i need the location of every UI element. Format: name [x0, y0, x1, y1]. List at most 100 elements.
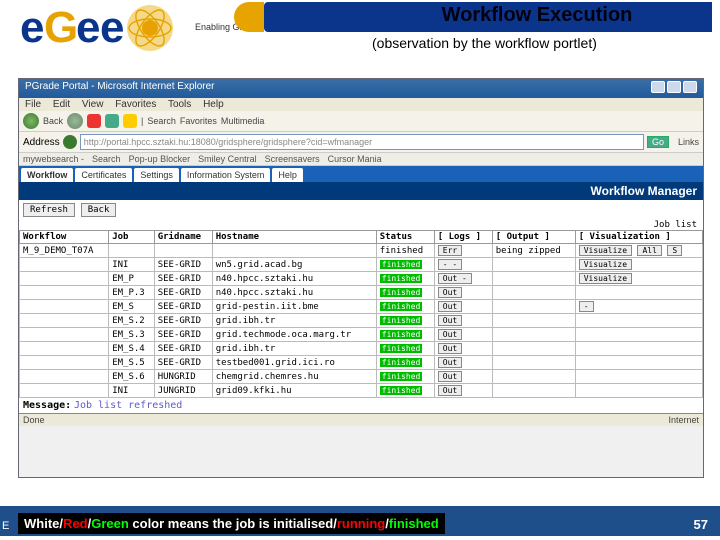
svg-text:e: e: [76, 3, 100, 52]
table-row: EM_S.3SEE-GRIDgrid.techmode.oca.marg.trf…: [20, 328, 703, 342]
egee-logo: e G e e: [20, 2, 180, 56]
forward-icon[interactable]: [67, 113, 83, 129]
table-row: EM_S.6HUNGRIDchemgrid.chemres.hufinished…: [20, 370, 703, 384]
color-legend: White/Red/Green color means the job is i…: [18, 513, 445, 534]
page-subtitle: (observation by the workflow portlet): [372, 35, 712, 51]
logs-button[interactable]: Out -: [438, 273, 472, 284]
status-badge: finished: [380, 386, 423, 395]
message-value: Job list refreshed: [74, 400, 182, 411]
logs-button[interactable]: Out: [438, 315, 462, 326]
table-row: EM_PSEE-GRIDn40.hpcc.sztaki.hufinishedOu…: [20, 272, 703, 286]
media-label[interactable]: Multimedia: [221, 116, 265, 126]
viz-button[interactable]: Visualize: [579, 259, 632, 270]
status-badge: finished: [380, 302, 423, 311]
home-icon[interactable]: [123, 114, 137, 128]
table-row: EM_P.3SEE-GRIDn40.hpcc.sztaki.hufinished…: [20, 286, 703, 300]
ie-statusbar: Done Internet: [19, 413, 703, 426]
portal-content: Workflow Certificates Settings Informati…: [19, 166, 703, 413]
mws-brand: mywebsearch -: [23, 154, 84, 164]
tab-workflow[interactable]: Workflow: [21, 168, 73, 182]
status-badge: finished: [380, 274, 423, 283]
logs-button[interactable]: Out: [438, 287, 462, 298]
message-label: Message:: [23, 400, 71, 411]
logs-button[interactable]: Out: [438, 385, 462, 396]
favorites-label[interactable]: Favorites: [180, 116, 217, 126]
col-job: Job: [109, 231, 155, 244]
mws-cursor[interactable]: Cursor Mania: [328, 154, 382, 164]
search-label[interactable]: Search: [147, 116, 176, 126]
table-row: EM_S.2SEE-GRIDgrid.ibh.trfinishedOut: [20, 314, 703, 328]
table-row: INIJUNGRIDgrid09.kfki.hufinishedOut: [20, 384, 703, 398]
viz-button[interactable]: Visualize: [579, 273, 632, 284]
status-badge: finished: [380, 344, 423, 353]
logs-button[interactable]: Out: [438, 343, 462, 354]
menu-file[interactable]: File: [25, 99, 41, 110]
portlet-title: Workflow Manager: [19, 182, 703, 200]
tab-settings[interactable]: Settings: [134, 168, 179, 182]
status-badge: finished: [380, 316, 423, 325]
window-title: PGrade Portal - Microsoft Internet Explo…: [25, 81, 215, 96]
table-row: EM_SSEE-GRIDgrid-pestin.iit.bmefinishedO…: [20, 300, 703, 314]
logs-button[interactable]: - -: [438, 259, 462, 270]
logs-button[interactable]: Out: [438, 301, 462, 312]
mws-blocker[interactable]: Pop-up Blocker: [129, 154, 191, 164]
viz-button[interactable]: -: [579, 301, 594, 312]
status-badge: finished: [380, 288, 423, 297]
col-output: [ Output ]: [492, 231, 575, 244]
tab-certificates[interactable]: Certificates: [75, 168, 132, 182]
window-controls[interactable]: [649, 81, 697, 96]
globe-icon: [63, 135, 77, 149]
address-input[interactable]: [80, 134, 644, 150]
menu-favorites[interactable]: Favorites: [115, 99, 156, 110]
back-button[interactable]: Back: [81, 203, 117, 217]
tab-help[interactable]: Help: [272, 168, 303, 182]
portal-tabs: Workflow Certificates Settings Informati…: [19, 166, 703, 182]
ie-toolbar: Back | Search Favorites Multimedia: [19, 111, 703, 132]
col-workflow: Workflow: [20, 231, 109, 244]
address-label: Address: [23, 137, 60, 148]
status-badge: finished: [380, 372, 423, 381]
logs-button[interactable]: Out: [438, 329, 462, 340]
status-done: Done: [23, 415, 45, 425]
links-label[interactable]: Links: [678, 137, 699, 147]
footer-e: E: [2, 520, 9, 532]
ie-menubar[interactable]: File Edit View Favorites Tools Help: [19, 98, 703, 111]
table-row: EM_S.5SEE-GRIDtestbed001.grid.ici.rofini…: [20, 356, 703, 370]
menu-help[interactable]: Help: [203, 99, 224, 110]
menu-view[interactable]: View: [82, 99, 104, 110]
table-row: EM_S.4SEE-GRIDgrid.ibh.trfinishedOut: [20, 342, 703, 356]
refresh-button[interactable]: Refresh: [23, 203, 75, 217]
col-status: Status: [376, 231, 434, 244]
browser-window: PGrade Portal - Microsoft Internet Explo…: [18, 78, 704, 478]
col-host: Hostname: [212, 231, 376, 244]
menu-tools[interactable]: Tools: [168, 99, 191, 110]
svg-text:e: e: [100, 3, 124, 52]
all-button[interactable]: All: [637, 245, 661, 256]
logs-button[interactable]: Out: [438, 371, 462, 382]
page-title: Workflow Execution: [362, 4, 712, 27]
menu-edit[interactable]: Edit: [53, 99, 70, 110]
joblist-label: Job list: [19, 220, 703, 230]
status-badge: finished: [380, 330, 423, 339]
mws-smiley[interactable]: Smiley Central: [198, 154, 257, 164]
tab-info[interactable]: Information System: [181, 168, 271, 182]
jobs-table: Workflow Job Gridname Hostname Status [ …: [19, 230, 703, 398]
err-button[interactable]: Err: [438, 245, 462, 256]
back-label[interactable]: Back: [43, 116, 63, 126]
col-grid: Gridname: [154, 231, 212, 244]
back-icon[interactable]: [23, 113, 39, 129]
go-button[interactable]: Go: [647, 136, 669, 148]
ie-addressbar: Address Go Links: [19, 132, 703, 153]
col-viz: [ Visualization ]: [575, 231, 702, 244]
reload-icon[interactable]: [105, 114, 119, 128]
viz-all-button[interactable]: Visualize: [579, 245, 632, 256]
logs-button[interactable]: Out: [438, 357, 462, 368]
s-button[interactable]: S: [667, 245, 682, 256]
mywebsearch-bar: mywebsearch - Search Pop-up Blocker Smil…: [19, 153, 703, 166]
message-row: Message: Job list refreshed: [19, 398, 703, 413]
mws-search[interactable]: Search: [92, 154, 121, 164]
page-number: 57: [694, 517, 708, 532]
stop-icon[interactable]: [87, 114, 101, 128]
table-row: INISEE-GRIDwn5.grid.acad.bgfinished- -Vi…: [20, 258, 703, 272]
mws-screensavers[interactable]: Screensavers: [265, 154, 320, 164]
